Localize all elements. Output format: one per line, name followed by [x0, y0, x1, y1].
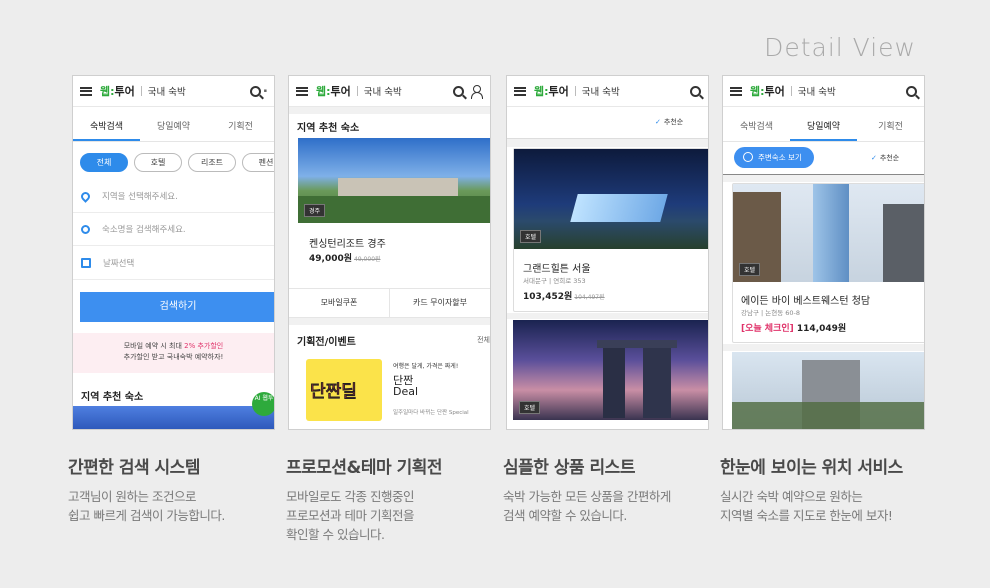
search-icon	[81, 224, 90, 234]
hotel-price: 103,452원 104,497원	[523, 292, 605, 302]
coupon-bar: 모바일쿠폰 카드 무이자할부	[289, 288, 490, 318]
chip-resort[interactable]: 리조트	[188, 153, 236, 172]
caption-text-3: 숙박 가능한 모든 상품을 간편하게 검색 예약할 수 있습니다.	[503, 489, 671, 523]
check-icon: ✓	[655, 118, 661, 126]
filter-chips: 전체 호텔 리조트 펜션	[80, 153, 274, 172]
category-label: 국내 숙박	[363, 87, 402, 98]
app-header: 웹:투어 국내 숙박	[507, 76, 708, 107]
caption-title-4: 한눈에 보이는 위치 서비스	[720, 458, 903, 478]
caption-title-1: 간편한 검색 시스템	[68, 458, 200, 478]
calendar-icon	[81, 258, 91, 268]
tab-search[interactable]: 숙박검색	[723, 112, 790, 141]
app-header: 웹:투어 국내 숙박	[289, 76, 490, 107]
tab-exhibition[interactable]: 기획전	[857, 112, 924, 141]
logo[interactable]: 웹:투어	[534, 83, 569, 99]
hotel-card[interactable]: 호텔 그랜드힐튼 서울 서대문구 | 연희로 353 103,452원 104,4…	[513, 148, 708, 312]
phone-screen-location: 웹:투어 국내 숙박 숙박검색 당일예약 기획전 주변숙소 보기 ✓ 추천순 호텔…	[722, 75, 925, 430]
search-icon[interactable]	[249, 85, 261, 97]
section-title-events: 기획전/이벤트	[297, 337, 356, 348]
hotel-address: 강남구 | 논현동 60-8	[741, 309, 801, 317]
page-title: Detail View	[764, 33, 916, 62]
check-icon: ✓	[871, 154, 877, 162]
deal-logo-text: 단짠딜	[310, 382, 357, 402]
more-icon[interactable]: ▪	[264, 88, 267, 94]
chip-hotel[interactable]: 호텔	[134, 153, 182, 172]
phone-screen-search: 웹:투어 국내 숙박 ▪ 숙박검색 당일예약 기획전 전체 호텔 리조트 펜션 …	[72, 75, 275, 430]
sort-dropdown[interactable]: ✓ 추천순	[655, 117, 683, 127]
section-title: 지역 추천 숙소	[297, 123, 360, 134]
location-pin-icon	[79, 189, 92, 203]
hotel-name[interactable]: 켄싱턴리조트 경주	[309, 235, 386, 250]
view-all-link[interactable]: 전체	[477, 335, 490, 345]
logo[interactable]: 웹:투어	[750, 83, 785, 99]
hotel-image[interactable]	[73, 406, 274, 429]
promo-banner[interactable]: 모바일 예약 시 최대 2% 추가할인 추가할인 받고 국내숙박 예약하자!	[73, 333, 274, 373]
caption-text-4: 실시간 숙박 예약으로 원하는 지역별 숙소를 지도로 한눈에 보자!	[720, 489, 893, 523]
type-tag: 호텔	[739, 263, 761, 276]
tab-sameday[interactable]: 당일예약	[140, 112, 207, 141]
hotel-image[interactable]	[732, 352, 924, 429]
date-field[interactable]: 날짜선택	[73, 247, 274, 280]
hotel-price: 49,000원 49,000원	[309, 254, 381, 264]
deal-banner-image[interactable]: 단짠딜	[306, 359, 382, 421]
tab-exhibition[interactable]: 기획전	[207, 112, 274, 141]
caption-text-2: 모바일로도 각종 진행중인 프로모션과 테마 기획전을 확인할 수 있습니다.	[286, 489, 414, 542]
phone-screen-list: 웹:투어 국내 숙박 ✓ 추천순 호텔 그랜드힐튼 서울 서대문구 | 연희로 3…	[506, 75, 709, 430]
hotel-price: [오늘 체크인] 114,049원	[741, 324, 847, 334]
tab-sameday[interactable]: 당일예약	[790, 112, 857, 141]
hotel-image[interactable]: 호텔	[514, 149, 708, 249]
hotel-name: 에이든 바이 베스트웨스턴 청담	[741, 296, 871, 307]
chip-all[interactable]: 전체	[80, 153, 128, 172]
logo[interactable]: 웹:투어	[100, 83, 135, 99]
search-icon[interactable]	[453, 85, 464, 97]
app-header: 웹:투어 국내 숙박	[723, 76, 924, 107]
phone-screen-promotion: 웹:투어 국내 숙박 지역 추천 숙소 경주 켄싱턴리조트 경주 49,000원…	[288, 75, 491, 430]
caption-text-1: 고객님이 원하는 조건으로 쉽고 빠르게 검색이 가능합니다.	[68, 489, 225, 523]
user-icon[interactable]	[470, 84, 483, 99]
type-tag: 호텔	[520, 230, 542, 243]
hotel-name: 그랜드힐튼 서울	[523, 264, 591, 275]
search-button[interactable]: 검색하기	[80, 292, 274, 322]
menu-icon[interactable]	[730, 86, 742, 96]
category-label: 국내 숙박	[581, 87, 620, 98]
hotel-address: 서대문구 | 연희로 353	[523, 277, 586, 285]
tab-bar: 숙박검색 당일예약 기획전	[73, 112, 274, 142]
logo[interactable]: 웹:투어	[316, 83, 351, 99]
chip-pension[interactable]: 펜션	[242, 153, 274, 172]
section-title: 지역 추천 숙소	[81, 392, 144, 403]
menu-icon[interactable]	[296, 86, 308, 96]
mobile-coupon-button[interactable]: 모바일쿠폰	[289, 289, 390, 317]
caption-title-3: 심플한 상품 리스트	[503, 458, 635, 478]
hotel-image[interactable]: 호텔	[513, 320, 708, 420]
menu-icon[interactable]	[514, 86, 526, 96]
region-tag: 경주	[304, 204, 326, 217]
sort-dropdown[interactable]: ✓ 추천순	[871, 153, 899, 163]
region-field[interactable]: 지역을 선택해주세요.	[73, 180, 274, 213]
hotel-card[interactable]: 호텔 에이든 바이 베스트웨스턴 청담 강남구 | 논현동 60-8 [오늘 체…	[732, 183, 924, 343]
hotel-name-field[interactable]: 숙소명을 검색해주세요.	[73, 213, 274, 246]
ai-chat-button[interactable]: AI 웹투	[252, 392, 274, 416]
card-installment-button[interactable]: 카드 무이자할부	[390, 289, 490, 317]
hotel-image[interactable]: 호텔	[733, 184, 924, 282]
caption-title-2: 프로모션&테마 기획전	[286, 458, 443, 478]
nearby-map-button[interactable]: 주변숙소 보기	[734, 147, 814, 168]
category-label: 국내 숙박	[797, 87, 836, 98]
tab-search[interactable]: 숙박검색	[73, 112, 140, 141]
type-tag: 호텔	[519, 401, 541, 414]
app-header: 웹:투어 국내 숙박 ▪	[73, 76, 274, 107]
hotel-image[interactable]: 경주	[298, 138, 490, 223]
category-label: 국내 숙박	[147, 87, 186, 98]
search-icon[interactable]	[690, 85, 701, 97]
search-icon[interactable]	[906, 85, 917, 97]
menu-icon[interactable]	[80, 86, 92, 96]
tab-bar: 숙박검색 당일예약 기획전	[723, 112, 924, 142]
